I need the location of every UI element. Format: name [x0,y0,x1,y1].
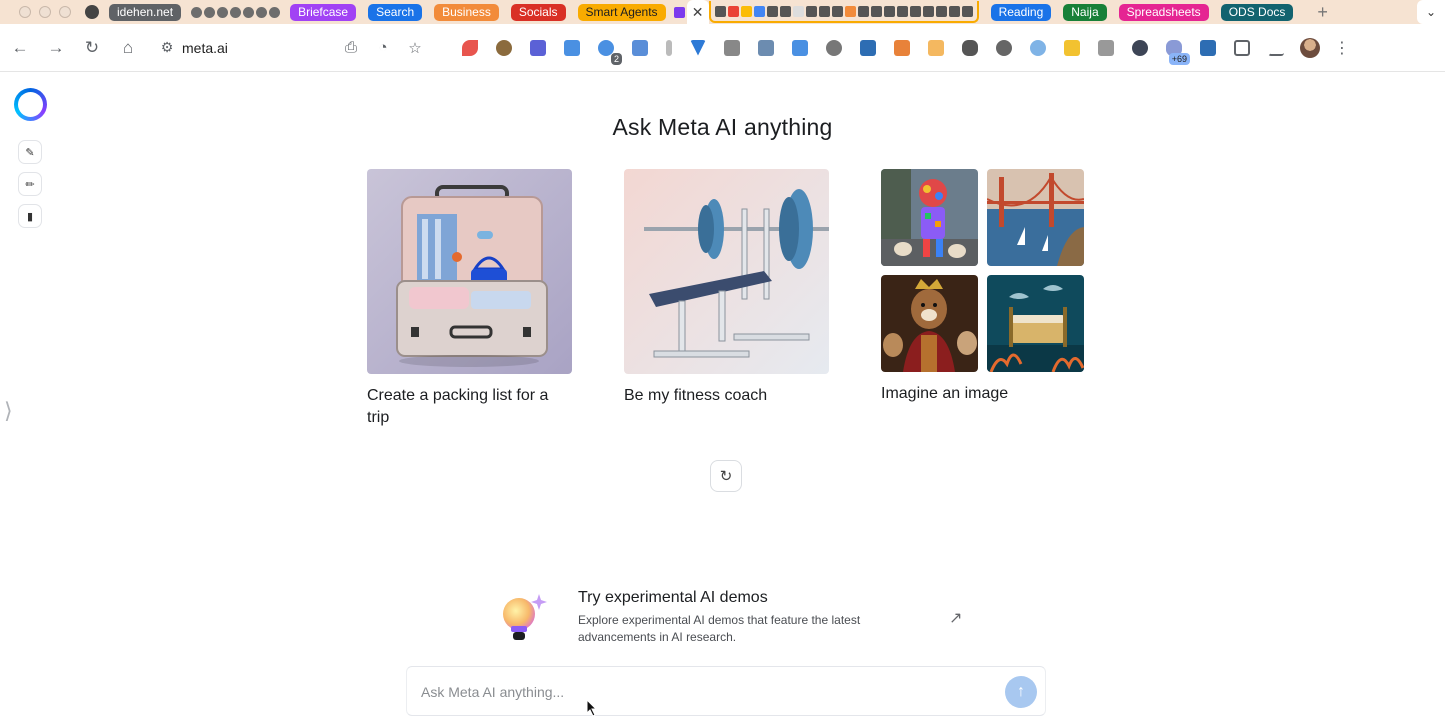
tab-group-idehen[interactable]: idehen.net [109,3,182,21]
tab-strip: idehen.net Briefcase Search Business Soc… [0,0,1445,24]
robot-dogs-image [881,169,978,266]
mouse-cursor-icon [586,699,598,717]
extension-icon[interactable] [462,39,478,56]
close-window-icon[interactable] [19,6,31,18]
card-label: Imagine an image [881,385,1009,402]
extension-icon[interactable] [1030,39,1046,56]
tab-group-socials[interactable]: Socials [510,3,566,21]
back-arrow-icon[interactable]: ← [2,30,38,66]
extension-icon[interactable] [792,39,808,56]
window-controls[interactable] [19,6,71,18]
tab-group-reading[interactable]: Reading [990,3,1052,21]
site-info-icon[interactable]: ⚙ [152,39,182,56]
card-label: Be my fitness coach [624,387,768,404]
page-title: Ask Meta AI anything [612,114,833,140]
extension-icon[interactable] [826,39,842,56]
labs-flask-icon[interactable] [1268,40,1284,56]
tab-group-smart-agents[interactable]: Smart Agents [577,3,666,21]
profile-avatar[interactable] [1300,37,1320,58]
sidebar: ✎ ✏ ▮ ⟩ [0,72,62,724]
refresh-suggestions-button[interactable]: ↻ [710,460,742,492]
suggestion-card-imagine[interactable]: Imagine an image [881,169,1086,405]
tab-search-chevron-icon[interactable]: ⌄ [1417,0,1445,24]
dog-king-image [881,275,978,372]
tab-group-spreadsheets[interactable]: Spreadsheets [1118,3,1209,21]
extension-icon[interactable] [530,39,546,56]
tab-favicons-group[interactable] [708,1,979,23]
extension-icon[interactable] [962,39,978,56]
image-grid [881,169,1084,372]
edit-icon[interactable]: ✏ [18,172,42,196]
suggestion-card-packing[interactable]: Create a packing list for a trip [367,169,572,429]
extension-badge: 2 [610,52,622,65]
tab-group-naija[interactable]: Naija [1063,3,1107,21]
tab-group-ods-docs[interactable]: ODS Docs [1220,3,1294,21]
chat-composer: ↑ [406,666,1046,716]
extension-icon[interactable]: 2 [598,39,622,65]
home-icon[interactable]: ⌂ [110,30,146,66]
extensions-bar: 2 +69 [462,39,1284,65]
suitcase-image [367,169,572,374]
forward-arrow-icon[interactable]: → [38,30,74,66]
extension-icon[interactable] [758,39,774,56]
extension-icon[interactable] [724,39,740,56]
extension-icon[interactable] [1064,39,1080,56]
extension-icon[interactable] [1200,39,1216,56]
browser-menu-icon[interactable]: ⋮ [1334,38,1350,58]
suggestion-card-fitness[interactable]: Be my fitness coach [624,169,829,407]
reload-icon[interactable]: ↻ [74,30,110,66]
message-input[interactable] [421,680,981,704]
tab-group-business[interactable]: Business [434,3,499,21]
sidebar-expand-icon[interactable]: ⟩ [4,398,13,424]
tab-favicons[interactable] [673,6,685,18]
tab-favicons[interactable] [191,6,281,18]
experimental-demos-banner[interactable]: Try experimental AI demos Explore experi… [497,586,967,650]
external-link-arrow-icon[interactable]: ↗ [949,608,962,628]
new-tab-button[interactable]: + [1317,2,1328,23]
extension-icon[interactable]: +69 [1166,39,1190,65]
library-icon[interactable]: ▮ [18,204,42,228]
extension-icon[interactable] [860,39,876,56]
tab-group-briefcase[interactable]: Briefcase [290,3,357,21]
demo-description: Explore experimental AI demos that featu… [578,613,861,644]
extension-icon[interactable] [564,39,580,56]
extension-icon[interactable] [894,39,910,56]
demo-title: Try experimental AI demos [578,589,768,606]
chrome-icon [85,5,99,19]
extension-icon[interactable] [928,39,944,56]
new-chat-icon[interactable]: ✎ [18,140,42,164]
extension-icon[interactable] [1132,39,1148,56]
send-button[interactable]: ↑ [1005,676,1037,708]
browser-toolbar: ← → ↻ ⌂ ⚙ meta.ai ⎙ ◔ ☆ 2 +69 ⋮ [0,24,1445,72]
extension-icon[interactable] [666,39,672,56]
extension-icon[interactable] [996,39,1012,56]
lightbulb-sparkle-icon [497,590,549,644]
extension-icon[interactable] [496,39,512,56]
underwater-bed-image [987,275,1084,372]
extension-icon[interactable] [690,39,706,56]
bookmark-star-icon[interactable]: ☆ [406,39,424,57]
tab-group-search[interactable]: Search [368,3,423,21]
extensions-puzzle-icon[interactable] [1234,39,1250,56]
minimize-window-icon[interactable] [39,6,51,18]
extension-icon[interactable] [632,39,648,56]
zoom-window-icon[interactable] [59,6,71,18]
performance-icon[interactable]: ◔ [374,39,392,57]
address-bar[interactable]: meta.ai [182,40,332,56]
active-tab-close-button[interactable]: ✕ [686,0,709,24]
install-app-icon[interactable]: ⎙ [342,39,360,57]
card-label: Create a packing list for a trip [367,387,549,426]
bench-press-image [624,169,829,374]
extensions-more-badge: +69 [1168,52,1190,65]
extension-icon[interactable] [1098,39,1114,56]
golden-gate-image [987,169,1084,266]
